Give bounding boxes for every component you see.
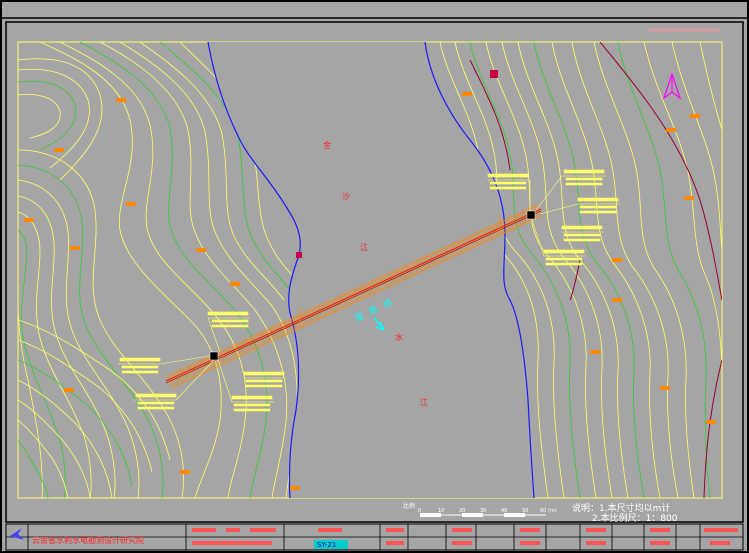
survey-point-2 [296,252,302,258]
notes-line-1: 说明：1.本尺寸均以m计 [572,502,670,514]
river-name-char-3: 江 [360,243,368,252]
river-label-south: 江 [420,398,428,407]
scale-tick: 20 [459,508,465,514]
scale-tick: 0 [418,508,421,514]
scale-tick: 10 [438,508,444,514]
scale-tick: 30 [480,508,486,514]
scale-tick: 60 (m) [540,508,557,514]
title-block: 云南省水利水电勘测设计研究院 SY-21 [5,523,744,551]
scale-bar-label: 比例 [403,502,415,510]
east-anchor [526,210,536,220]
project-name: 云南省水利水电勘测设计研究院 [32,535,144,545]
scale-tick: 40 [501,508,507,514]
survey-point [490,70,498,78]
river-name-char-2: 沙 [342,192,350,201]
river-name-char-1: 金 [323,140,331,150]
water-label: 水 [395,332,403,342]
west-anchor [209,351,219,361]
notes-line-2: 2.本比例尺：1：800 [592,512,678,524]
drawing-canvas[interactable]: 金 沙 江 水 江 溜 索 桥 说明：1.本尺寸均以m计 2.本比例尺：1：80… [0,0,749,553]
sheet-code [648,28,720,32]
drawing-number: SY-21 [317,541,336,549]
scale-tick: 50 [522,508,528,514]
